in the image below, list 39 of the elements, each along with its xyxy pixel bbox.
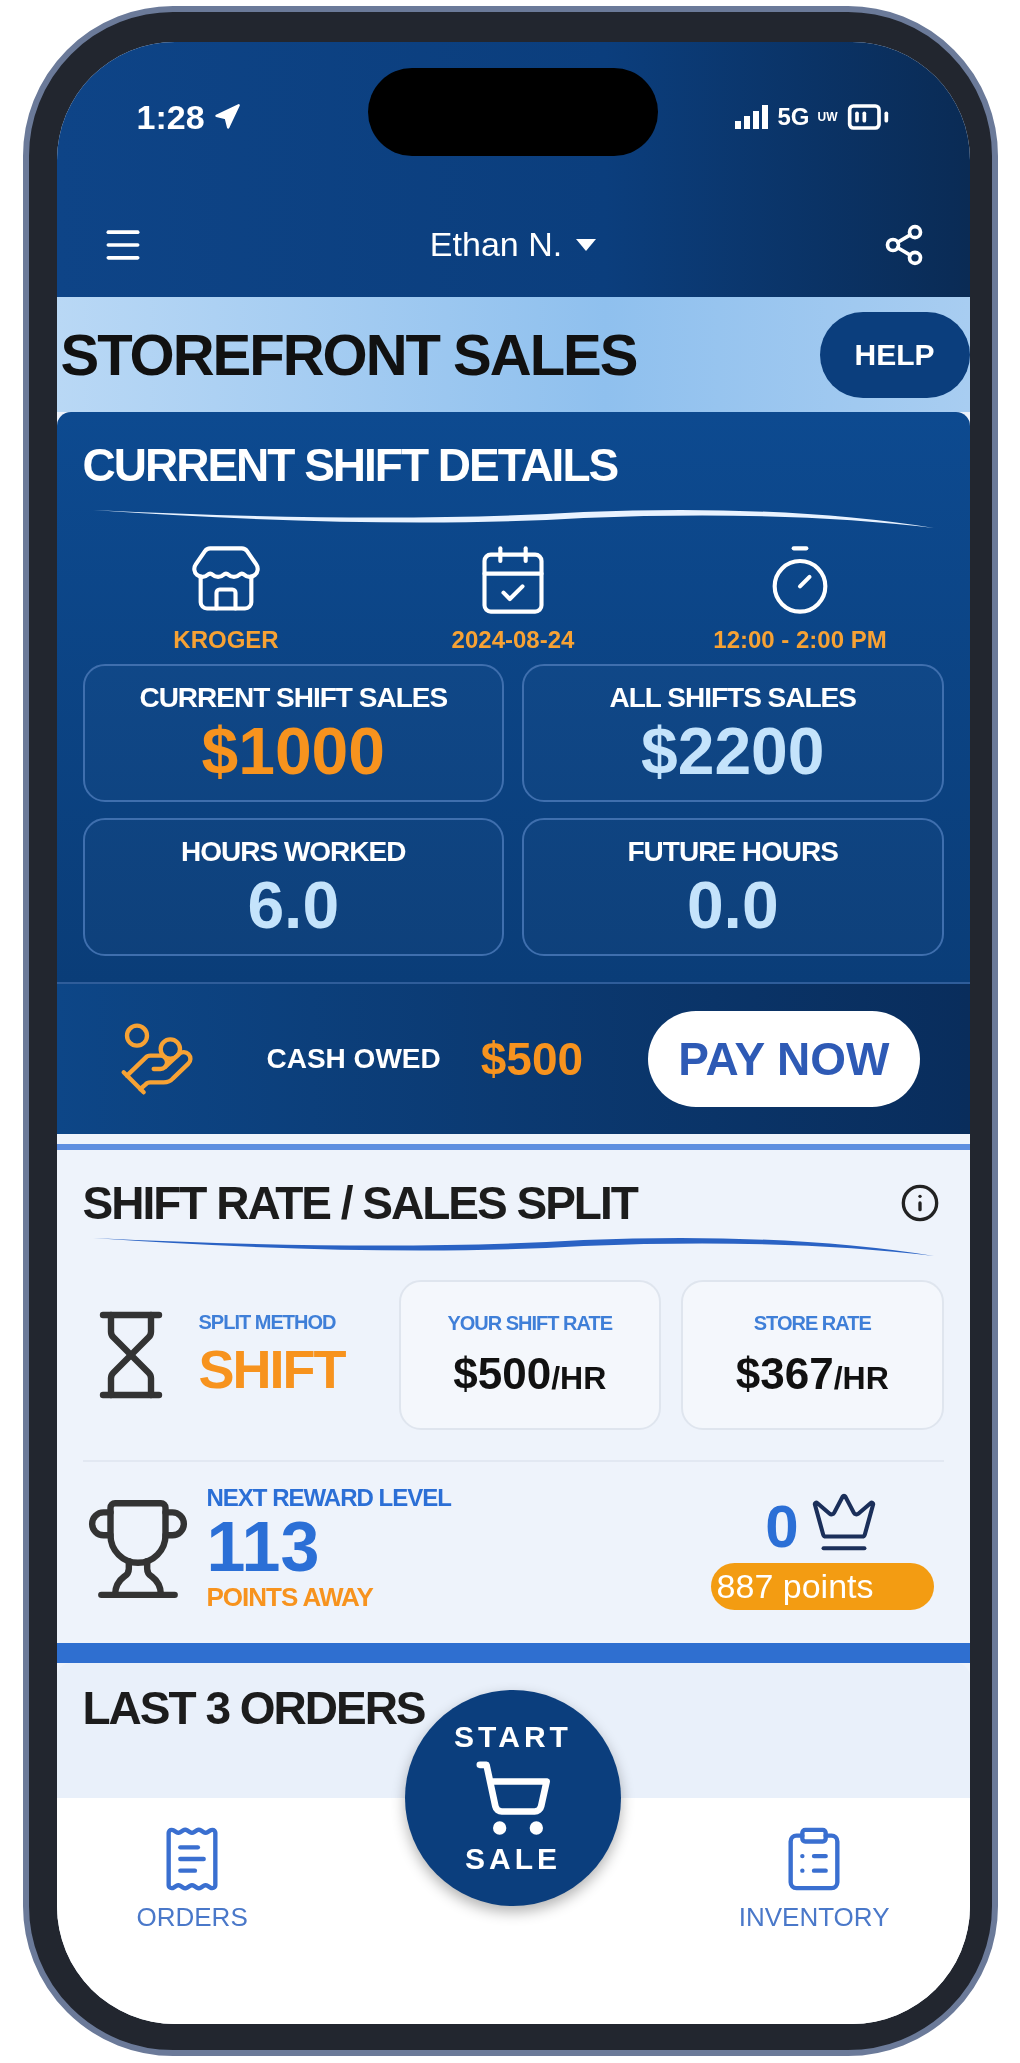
reward-level: 0 (765, 1497, 799, 1557)
pay-now-button[interactable]: PAY NOW (648, 1011, 920, 1107)
user-dropdown[interactable]: Ethan N. (421, 221, 605, 268)
stat-label: CURRENT SHIFT SALES (139, 682, 448, 714)
network-sublabel: UW (817, 111, 838, 123)
reward-points: 113 (206, 1512, 321, 1582)
page-title: STOREFRONT SALES (60, 321, 637, 388)
stat-value: $2200 (641, 718, 825, 784)
caret-icon (576, 238, 597, 251)
nav-tab[interactable]: INVENTORY (738, 1824, 890, 1933)
help-button[interactable]: HELP (819, 311, 970, 398)
split-method-value: SHIFT (198, 1337, 346, 1400)
split-method-label: SPLIT METHOD (198, 1310, 337, 1334)
network-label: 5G (777, 103, 810, 131)
nav-tab[interactable]: ORDERS (136, 1824, 248, 1933)
cash-owed-label: CASH OWED (266, 1043, 441, 1075)
points-away-label: POINTS AWAY (206, 1582, 374, 1613)
shift-info-text: 2024-08-24 (451, 626, 575, 654)
stat-value: $1000 (201, 718, 385, 784)
status-time: 1:28 (136, 97, 205, 137)
rate-value: $500/HR (453, 1348, 607, 1399)
stat-value: 6.0 (247, 872, 340, 938)
points-badge: 887 points (710, 1563, 934, 1610)
stat-label: HOURS WORKED (181, 836, 406, 868)
stat-label: ALL SHIFTS SALES (609, 682, 856, 714)
rate-label: YOUR SHIFT RATE (447, 1311, 613, 1335)
rate-label: STORE RATE (753, 1311, 871, 1335)
signal-icon (735, 105, 770, 129)
section-title: SHIFT RATE / SALES SPLIT (82, 1176, 637, 1230)
rate-value: $367/HR (735, 1348, 889, 1399)
shift-info-text: 12:00 - 2:00 PM (713, 626, 887, 654)
section-title: CURRENT SHIFT DETAILS (82, 438, 619, 492)
stat-value: 0.0 (686, 872, 779, 938)
reward-label: NEXT REWARD LEVEL (206, 1484, 451, 1512)
stat-label: FUTURE HOURS (627, 836, 838, 868)
location-icon (212, 103, 241, 131)
info-icon (899, 1183, 940, 1223)
cash-owed-amount: $500 (480, 1032, 584, 1086)
shift-info-text: KROGER (173, 626, 279, 654)
